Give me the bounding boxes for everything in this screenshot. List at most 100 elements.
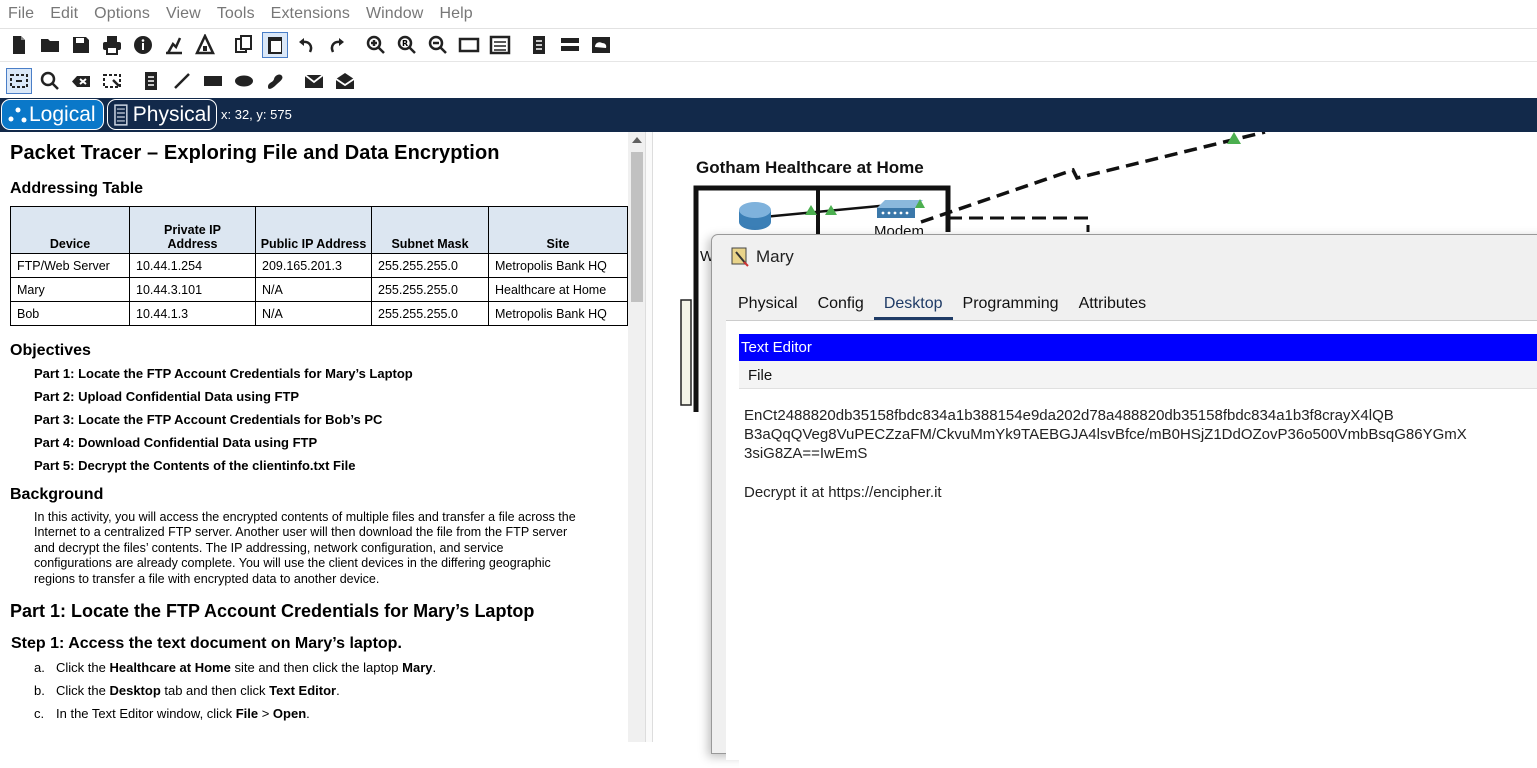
link-up-indicator xyxy=(1227,132,1241,144)
part1-heading: Part 1: Locate the FTP Account Credentia… xyxy=(10,601,535,622)
menu-extensions[interactable]: Extensions xyxy=(271,5,350,23)
menu-view[interactable]: View xyxy=(166,5,201,23)
dialog-title: Mary xyxy=(756,247,794,266)
copy-icon[interactable] xyxy=(231,32,257,58)
addressing-table: Device Private IP Address Public IP Addr… xyxy=(10,206,628,326)
table-cell: Mary xyxy=(10,277,130,302)
tab-programming[interactable]: Programming xyxy=(952,293,1069,320)
select-icon[interactable] xyxy=(6,67,32,94)
print-icon[interactable] xyxy=(99,32,125,58)
instructions-pane: Packet Tracer – Exploring File and Data … xyxy=(0,132,645,742)
text-editor-textarea[interactable]: EnCt2488820db35158fbdc834a1b388154e9da20… xyxy=(739,388,1537,768)
table-cell: N/A xyxy=(255,301,372,326)
simple-pdu-icon[interactable] xyxy=(301,68,327,94)
cursor-coordinates: x: 32, y: 575 xyxy=(221,107,292,122)
table-cell: 255.255.255.0 xyxy=(371,301,489,326)
delete-icon[interactable] xyxy=(68,68,94,94)
note-icon[interactable] xyxy=(138,68,164,94)
addressing-heading: Addressing Table xyxy=(10,180,144,197)
objective-item: Part 3: Locate the FTP Account Credentia… xyxy=(34,412,383,427)
laptop-icon xyxy=(680,299,692,406)
zoom-in-icon[interactable] xyxy=(363,32,389,58)
tab-physical[interactable]: Physical xyxy=(728,293,808,320)
workspace-mode-bar: Logical Physical x: 32, y: 575 xyxy=(0,98,1537,132)
paste-icon[interactable] xyxy=(262,32,288,58)
menu-options[interactable]: Options xyxy=(94,5,150,23)
logical-workspace-button[interactable]: Logical xyxy=(1,99,104,130)
save-icon[interactable] xyxy=(68,32,94,58)
tab-attributes[interactable]: Attributes xyxy=(1068,293,1157,320)
menu-window[interactable]: Window xyxy=(366,5,424,23)
complex-pdu-icon[interactable] xyxy=(332,68,358,94)
undo-icon[interactable] xyxy=(293,32,319,58)
instruction-step: a. Click the Healthcare at Home site and … xyxy=(34,660,437,676)
table-cell: 10.44.3.101 xyxy=(129,277,256,302)
inspect-icon[interactable] xyxy=(37,68,63,94)
tab-config[interactable]: Config xyxy=(807,293,874,320)
dialog-tabs: Physical Config Desktop Programming Attr… xyxy=(728,293,1157,320)
table-cell: Healthcare at Home xyxy=(488,277,628,302)
physical-workspace-button[interactable]: Physical xyxy=(107,99,217,130)
tab-desktop[interactable]: Desktop xyxy=(873,293,953,320)
header-subnet-mask: Subnet Mask xyxy=(371,206,489,254)
pt-activity-icon[interactable] xyxy=(192,32,218,58)
table-cell: Metropolis Bank HQ xyxy=(488,301,628,326)
table-header-row: Device Private IP Address Public IP Addr… xyxy=(10,206,628,254)
link-up-indicator xyxy=(805,205,817,215)
instructions-document: Packet Tracer – Exploring File and Data … xyxy=(10,142,628,725)
redo-icon[interactable] xyxy=(324,32,350,58)
text-editor-title: Text Editor xyxy=(739,334,1537,361)
header-device: Device xyxy=(10,206,130,254)
desktop-tab-panel: Text Editor File EnCt2488820db35158fbdc8… xyxy=(726,320,1537,768)
objective-item: Part 5: Decrypt the Contents of the clie… xyxy=(34,458,356,473)
ellipse-icon[interactable] xyxy=(231,68,257,94)
menu-file[interactable]: File xyxy=(8,5,34,23)
info-icon[interactable] xyxy=(130,32,156,58)
device-dialog-mary: Mary Physical Config Desktop Programming… xyxy=(711,234,1537,768)
laptop-app-icon xyxy=(730,246,750,271)
menu-edit[interactable]: Edit xyxy=(50,5,78,23)
main-toolbar: R xyxy=(0,29,1537,62)
menu-tools[interactable]: Tools xyxy=(217,5,255,23)
table-cell: Metropolis Bank HQ xyxy=(488,253,628,278)
text-line: B3aQqQVeg8VuPECZzaFM/CkvuMmYk9TAEBGJA4ls… xyxy=(744,426,1467,444)
resize-icon[interactable] xyxy=(99,68,125,94)
cluster-icon[interactable] xyxy=(588,32,614,58)
pane-splitter[interactable] xyxy=(645,132,653,742)
header-site: Site xyxy=(488,206,628,254)
activity-wizard-icon[interactable] xyxy=(161,32,187,58)
menu-bar: File Edit Options View Tools Extensions … xyxy=(0,0,1537,29)
table-cell: 209.165.201.3 xyxy=(255,253,372,278)
step1-heading: Step 1: Access the text document on Mary… xyxy=(11,635,402,653)
physical-rack-icon xyxy=(114,103,128,126)
serial-link xyxy=(920,132,1266,224)
cable-link xyxy=(948,216,1090,232)
viewport-icon[interactable] xyxy=(526,32,552,58)
drawing-palette-icon[interactable] xyxy=(456,32,482,58)
text-editor-file-menu[interactable]: File xyxy=(748,367,772,384)
network-info-icon[interactable] xyxy=(557,32,583,58)
instruction-step: b. Click the Desktop tab and then click T… xyxy=(34,683,340,699)
table-row: FTP/Web Server 10.44.1.254 209.165.201.3… xyxy=(10,253,628,278)
objective-item: Part 4: Download Confidential Data using… xyxy=(34,435,318,450)
background-heading: Background xyxy=(10,486,104,503)
freeform-icon[interactable] xyxy=(262,68,288,94)
rectangle-icon[interactable] xyxy=(200,68,226,94)
text-editor-menu-bar: File xyxy=(739,361,1537,388)
text-line: EnCt2488820db35158fbdc834a1b388154e9da20… xyxy=(744,407,1394,424)
new-file-icon[interactable] xyxy=(6,32,32,58)
zoom-out-icon[interactable] xyxy=(425,32,451,58)
table-cell: 10.44.1.3 xyxy=(129,301,256,326)
zoom-reset-icon[interactable]: R xyxy=(394,32,420,58)
custom-device-icon[interactable] xyxy=(487,32,513,58)
menu-help[interactable]: Help xyxy=(439,5,472,23)
router-icon xyxy=(739,202,771,230)
objective-item: Part 1: Locate the FTP Account Credentia… xyxy=(34,366,413,381)
scroll-up-arrow-icon[interactable] xyxy=(632,137,642,143)
tools-toolbar xyxy=(0,63,1537,98)
scrollbar-thumb[interactable] xyxy=(631,152,643,302)
open-folder-icon[interactable] xyxy=(37,32,63,58)
objectives-heading: Objectives xyxy=(10,342,91,359)
line-icon[interactable] xyxy=(169,68,195,94)
objective-item: Part 2: Upload Confidential Data using F… xyxy=(34,389,300,404)
